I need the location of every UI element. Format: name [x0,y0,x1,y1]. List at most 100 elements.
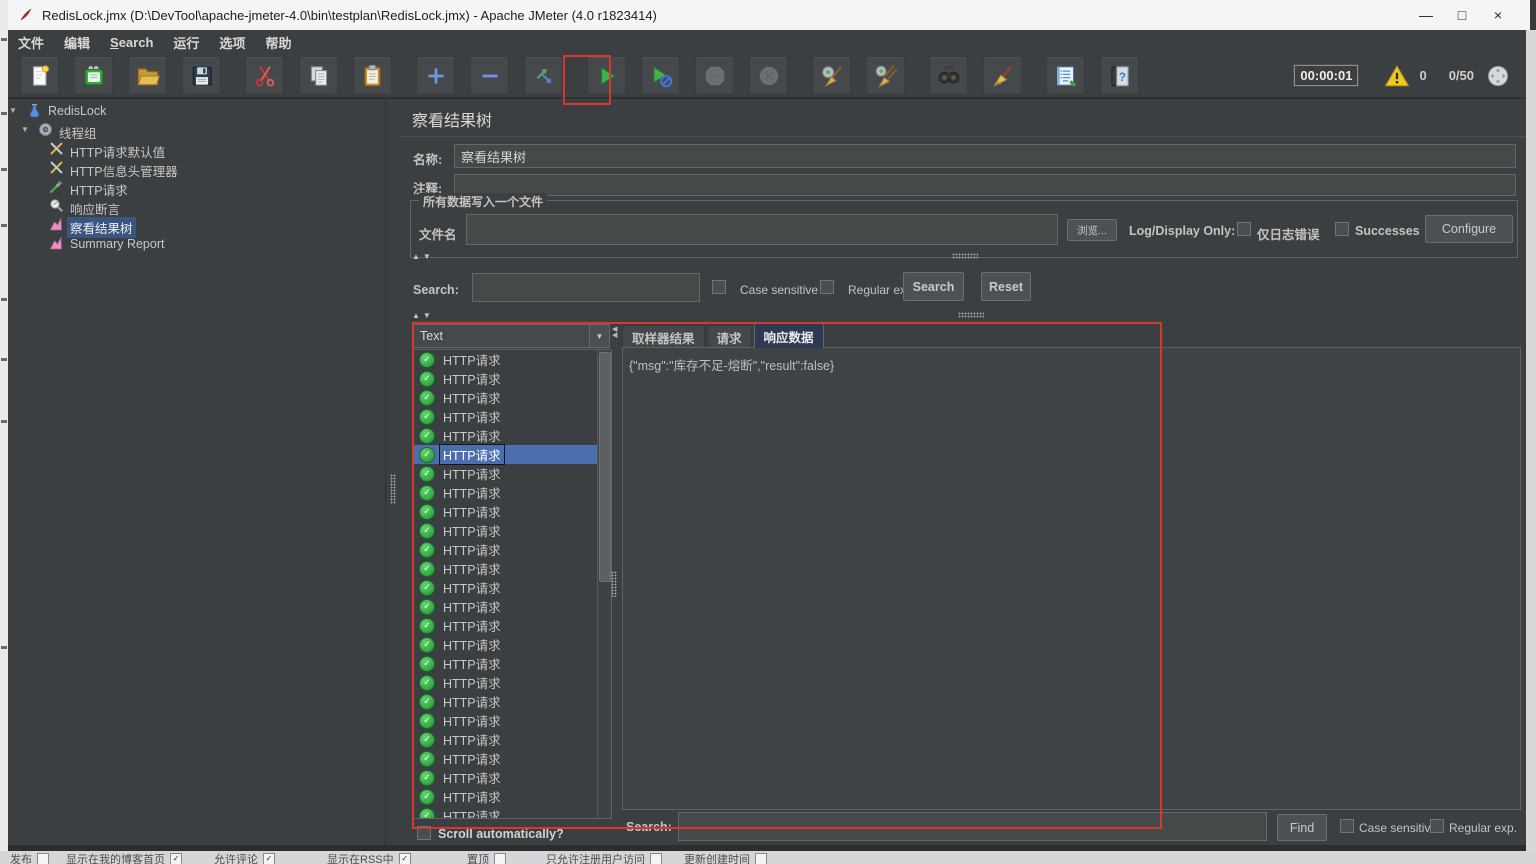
sampler-result-item[interactable]: ✓HTTP请求 [413,350,611,369]
browse-button[interactable]: 浏览... [1067,219,1117,241]
tree-item-HTTP信息头管理器[interactable]: HTTP信息头管理器 [8,158,385,177]
sampler-result-item[interactable]: ✓HTTP请求 [413,559,611,578]
new-button[interactable] [20,56,59,95]
name-input[interactable] [454,144,1516,168]
search-button[interactable] [929,56,968,95]
search-reset-button[interactable] [983,56,1022,95]
copy-button[interactable] [299,56,338,95]
sampler-result-item[interactable]: ✓HTTP请求 [413,730,611,749]
clear-button[interactable] [812,56,851,95]
expander-icon[interactable]: ▼ [9,106,17,115]
sampler-result-item[interactable]: ✓HTTP请求 [413,597,611,616]
splitter-grip[interactable] [390,474,396,504]
cut-button[interactable] [245,56,284,95]
sampler-result-item[interactable]: ✓HTTP请求 [413,483,611,502]
collapse-down-icon[interactable]: ▼ [423,311,431,320]
tab-请求[interactable]: 请求 [707,325,752,348]
start-button[interactable] [587,56,626,95]
sampler-result-item[interactable]: ✓HTTP请求 [413,464,611,483]
menu-file[interactable]: 文件 [8,30,54,55]
footer-regex-checkbox[interactable] [1430,819,1444,833]
view-mode-dropdown[interactable]: Text ▼ [412,324,610,348]
sampler-result-item[interactable]: ✓HTTP请求 [413,654,611,673]
sampler-result-item[interactable]: ✓HTTP请求 [413,445,611,464]
find-button[interactable]: Find [1277,814,1327,841]
clear-all-button[interactable] [866,56,905,95]
reset-button[interactable]: Reset [981,272,1031,301]
menu-options[interactable]: 选项 [209,30,255,55]
tree-item-Summary Report[interactable]: Summary Report [8,234,385,253]
footer-search-input[interactable] [678,812,1267,841]
list-scrollbar[interactable] [597,350,611,818]
tree-item-HTTP请求默认值[interactable]: HTTP请求默认值 [8,139,385,158]
tree-item-响应断言[interactable]: 响应断言 [8,196,385,215]
splitter-collapse-arrows[interactable]: ▲▼ [412,252,431,261]
shutdown-button[interactable] [749,56,788,95]
scroll-automatically-checkbox[interactable] [417,826,431,840]
tree-item-RedisLock[interactable]: ▼RedisLock [8,101,385,120]
stop-button[interactable]: STOP [695,56,734,95]
close-button[interactable]: × [1480,0,1516,30]
sampler-result-item[interactable]: ✓HTTP请求 [413,768,611,787]
menu-search[interactable]: Search [100,32,163,53]
sampler-result-item[interactable]: ✓HTTP请求 [413,711,611,730]
sampler-result-item[interactable]: ✓HTTP请求 [413,540,611,559]
menu-run[interactable]: 运行 [163,30,209,55]
sampler-result-item[interactable]: ✓HTTP请求 [413,787,611,806]
sampler-result-item[interactable]: ✓HTTP请求 [413,749,611,768]
errors-only-checkbox[interactable] [1237,222,1251,236]
save-button[interactable] [182,56,221,95]
tab-取样器结果[interactable]: 取样器结果 [622,325,705,348]
collapse-up-icon[interactable]: ▲ [412,311,420,320]
help-button[interactable]: ? [1100,56,1139,95]
results-splitter-grip[interactable] [611,571,617,597]
sampler-result-item[interactable]: ✓HTTP请求 [413,388,611,407]
comment-input[interactable] [454,174,1516,196]
response-data-panel[interactable]: {"msg":"库存不足-熔断","result":false} [622,347,1521,810]
start-no-pauses-button[interactable] [641,56,680,95]
sampler-result-item[interactable]: ✓HTTP请求 [413,426,611,445]
sampler-result-item[interactable]: ✓HTTP请求 [413,673,611,692]
function-helper-button[interactable] [1046,56,1085,95]
tree-item-HTTP请求[interactable]: HTTP请求 [8,177,385,196]
sampler-result-item[interactable]: ✓HTTP请求 [413,806,611,819]
remove-button[interactable] [470,56,509,95]
sampler-result-item[interactable]: ✓HTTP请求 [413,407,611,426]
open-button[interactable] [128,56,167,95]
collapse-up-icon[interactable]: ▲ [412,252,420,261]
tree-item-察看结果树[interactable]: 察看结果树 [8,215,385,234]
tab-响应数据[interactable]: 响应数据 [754,323,824,348]
splitter-grip[interactable] [958,312,984,318]
tree-item-线程组[interactable]: ▼线程组 [8,120,385,139]
splitter-grip[interactable] [952,253,978,259]
results-splitter-collapse[interactable]: ◀◀ [612,327,617,339]
configure-button[interactable]: Configure [1425,215,1513,243]
sampler-result-item[interactable]: ✓HTTP请求 [413,521,611,540]
successes-checkbox[interactable] [1335,222,1349,236]
search-regex-checkbox[interactable] [820,280,834,294]
sampler-result-item[interactable]: ✓HTTP请求 [413,369,611,388]
sampler-result-item[interactable]: ✓HTTP请求 [413,578,611,597]
toggle-button[interactable] [524,56,563,95]
menu-help[interactable]: 帮助 [255,30,301,55]
splitter-collapse-arrows[interactable]: ▲▼ [412,311,431,320]
sampler-result-item[interactable]: ✓HTTP请求 [413,692,611,711]
menu-edit[interactable]: 编辑 [54,30,100,55]
search-case-checkbox[interactable] [712,280,726,294]
sampler-result-item[interactable]: ✓HTTP请求 [413,616,611,635]
sampler-result-item[interactable]: ✓HTTP请求 [413,502,611,521]
filename-input[interactable] [466,214,1058,245]
paste-button[interactable] [353,56,392,95]
collapse-down-icon[interactable]: ▼ [423,252,431,261]
templates-button[interactable] [74,56,113,95]
expander-icon[interactable]: ▼ [21,125,29,134]
search-input[interactable] [472,273,700,302]
maximize-button[interactable]: □ [1444,0,1480,30]
minimize-button[interactable]: — [1408,0,1444,30]
footer-case-checkbox[interactable] [1340,819,1354,833]
list-scrollbar-thumb[interactable] [599,352,611,582]
search-button[interactable]: Search [903,272,964,301]
add-button[interactable] [416,56,455,95]
chevron-down-icon[interactable]: ▼ [589,325,609,347]
warning-icon[interactable] [1384,64,1410,88]
